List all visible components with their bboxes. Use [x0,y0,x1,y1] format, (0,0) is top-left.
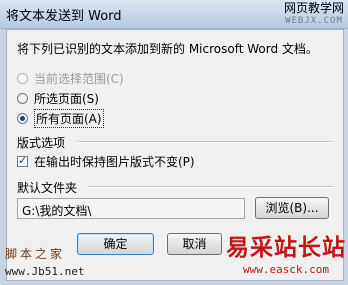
default-folder-path-field[interactable]: G:\我的文档\ [17,198,245,219]
radio-all-pages[interactable]: 所有页面(A) [17,108,104,128]
keep-layout-option[interactable]: 在输出时保持图片版式不变(P) [17,153,195,170]
radio-all-pages-button[interactable] [17,112,28,124]
watermark-webjx-name: 网页教学网 [283,1,344,15]
keep-layout-checkbox[interactable] [17,154,28,167]
radio-current-selection-label: 当前选择范围(C) [34,71,124,86]
watermark-webjx-url: WEBJX.COM [285,16,343,26]
watermark-easck-url: www.easck.com [242,263,330,276]
keep-layout-label[interactable]: 在输出时保持图片版式不变(P) [34,153,195,170]
watermark-jb51: 脚本之家 www.Jb51.net [5,246,84,280]
title-bar: 将文本发送到 Word 网页教学网 WEBJX.COM [0,0,348,29]
radio-current-selection-button [17,72,28,84]
radio-selected-pages[interactable]: 所选页面(S) [17,90,99,106]
watermark-easck: 易采站长站 www.easck.com [226,228,346,276]
watermark-easck-name: 易采站长站 [226,234,346,261]
cancel-button[interactable]: 取消 [167,233,222,255]
browse-button[interactable]: 浏览(B)... [255,197,329,219]
radio-current-selection: 当前选择范围(C) [17,70,124,86]
dialog-title: 将文本发送到 Word [6,9,122,24]
default-folder-heading: 默认文件夹 [17,181,78,195]
layout-options-divider [77,141,333,143]
layout-options-heading: 版式选项 [17,136,66,150]
watermark-jb51-url: www.Jb51.net [5,265,85,278]
radio-selected-pages-button[interactable] [17,92,28,104]
radio-selected-pages-label[interactable]: 所选页面(S) [34,90,99,107]
ok-button[interactable]: 确定 [77,233,154,255]
watermark-jb51-name: 脚本之家 [5,247,66,261]
dialog-description: 将下列已识别的文本添加到新的 Microsoft Word 文档。 [17,42,318,56]
radio-all-pages-label[interactable]: 所有页面(A) [34,108,104,128]
default-folder-divider [89,186,333,188]
watermark-webjx: 网页教学网 WEBJX.COM [284,2,344,28]
